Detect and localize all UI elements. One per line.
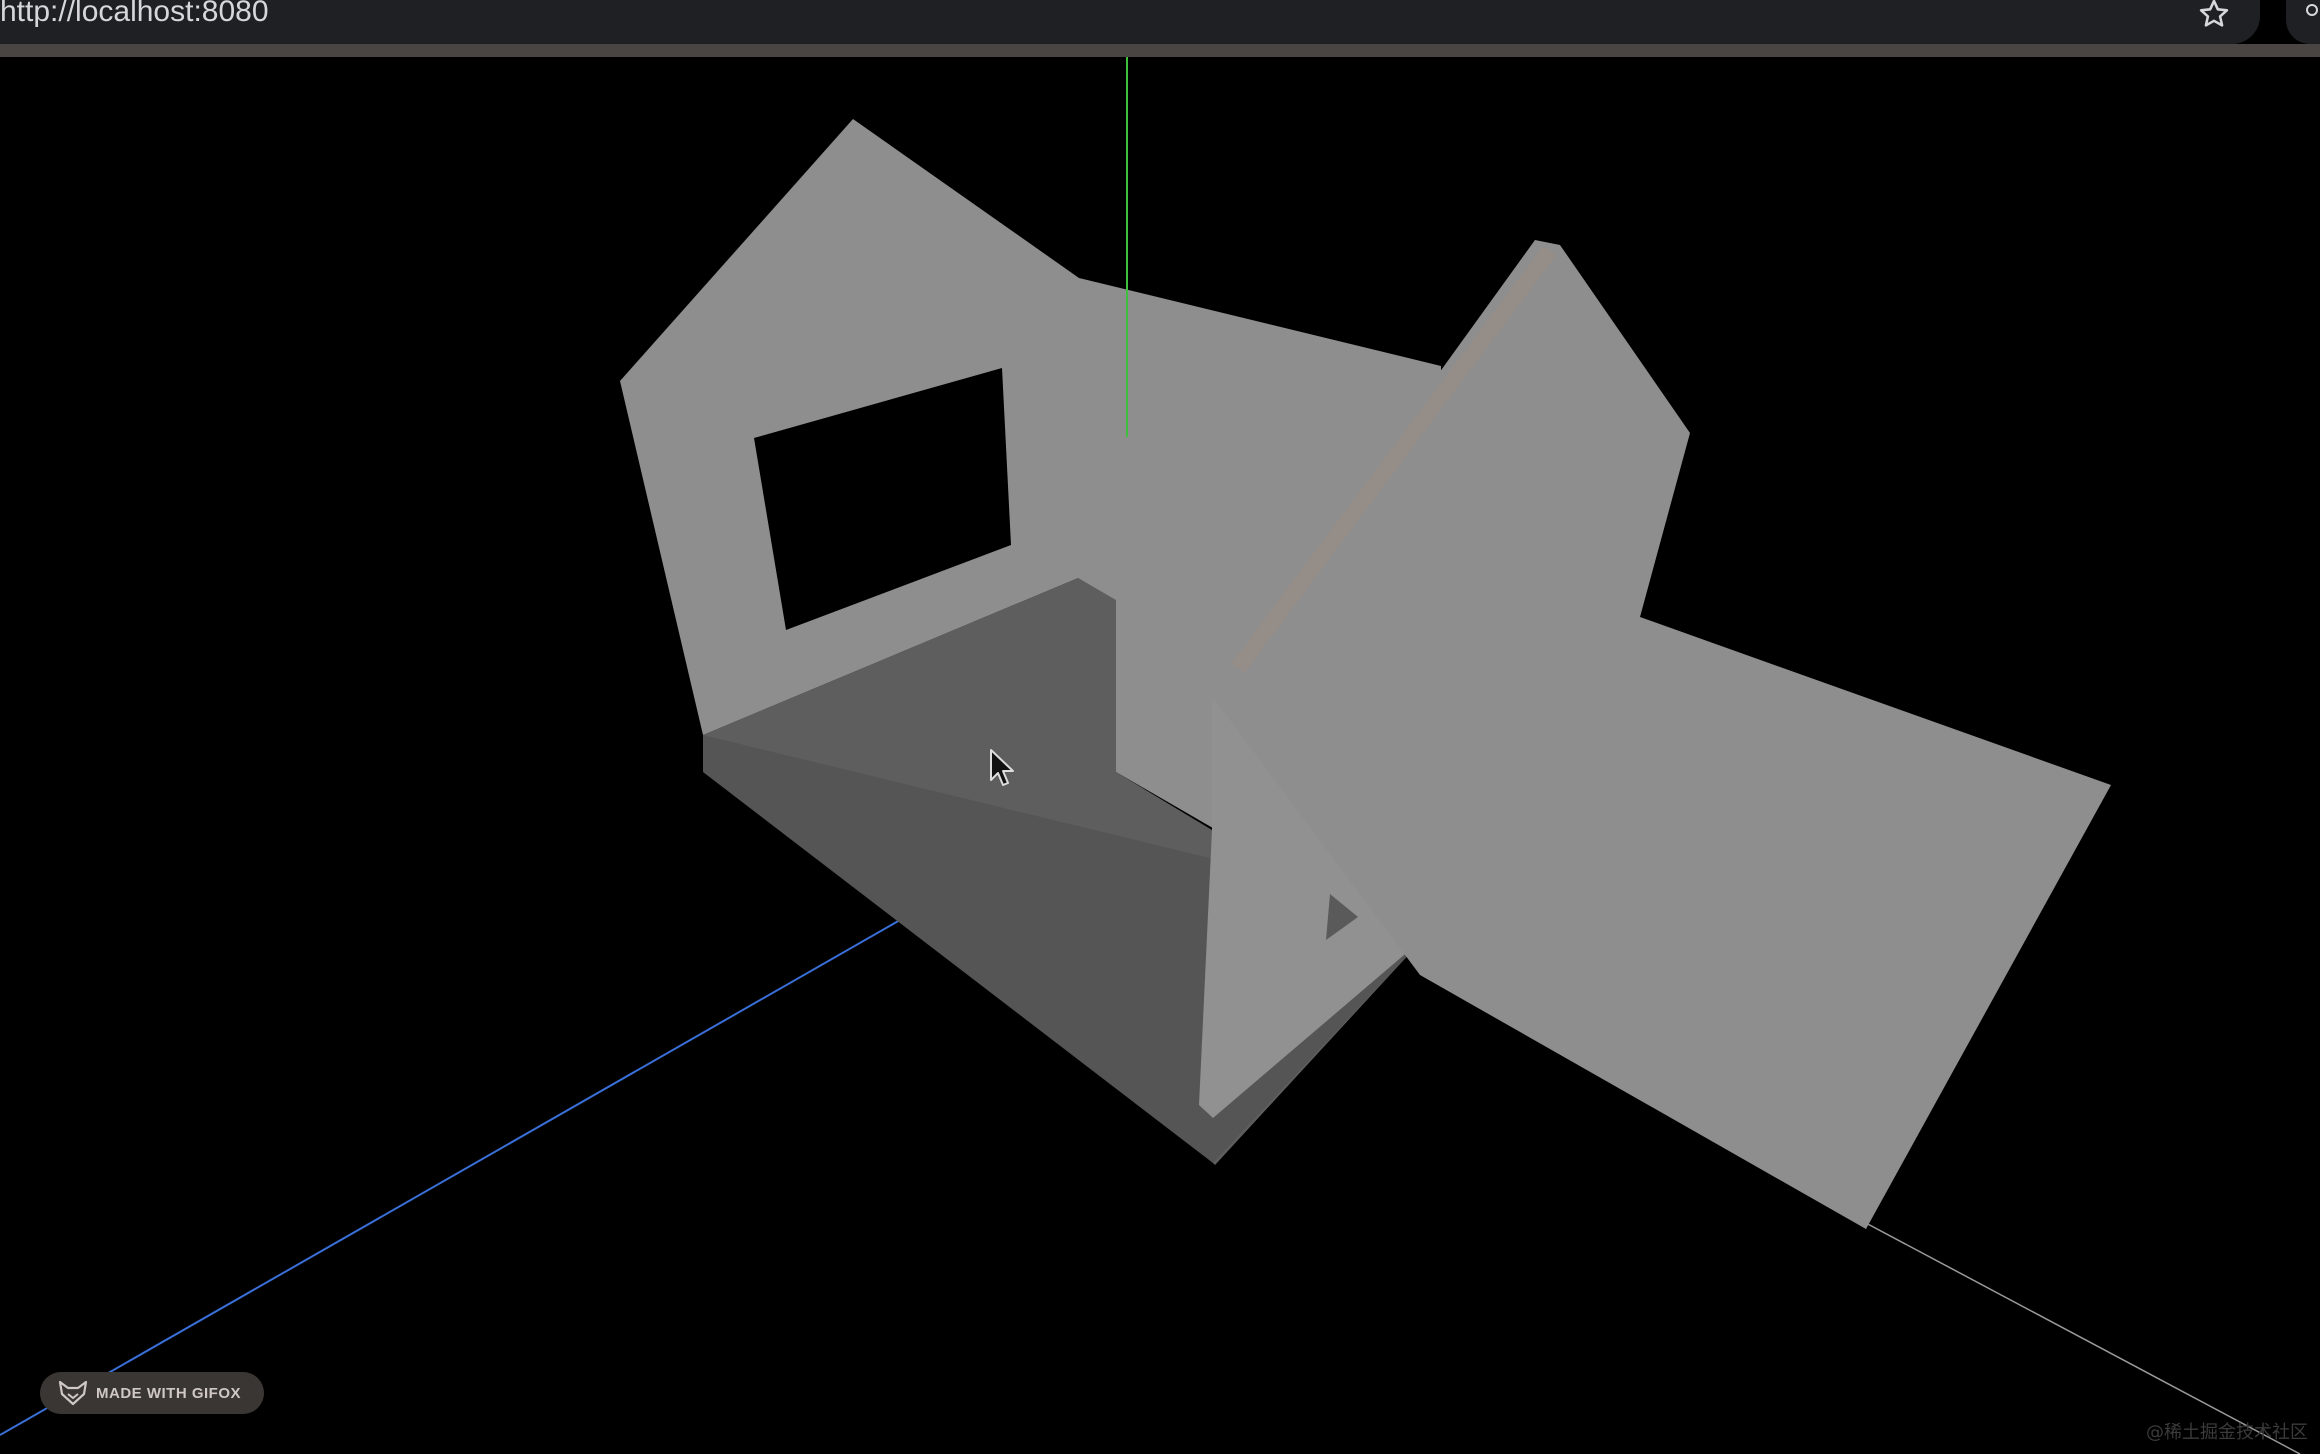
star-icon (2199, 0, 2229, 27)
address-bar[interactable]: http://localhost:8080 (0, 0, 269, 32)
extension-icon (2306, 4, 2318, 16)
z-axis-line (0, 911, 915, 1436)
bookmark-star-button[interactable] (2194, 0, 2234, 34)
mouse-pointer-icon (990, 749, 1014, 786)
toolbar-divider (0, 44, 2320, 57)
browser-toolbar: http://localhost:8080 (0, 0, 2260, 44)
fox-icon (58, 1380, 88, 1406)
scene-render (0, 57, 2301, 1454)
watermark-text: @稀土掘金技术社区 (2146, 1422, 2308, 1443)
threejs-canvas[interactable] (0, 57, 2320, 1454)
extension-button[interactable] (2286, 0, 2320, 44)
gifox-badge[interactable]: MADE WITH GIFOX (40, 1372, 264, 1414)
gifox-label: MADE WITH GIFOX (96, 1384, 241, 1402)
